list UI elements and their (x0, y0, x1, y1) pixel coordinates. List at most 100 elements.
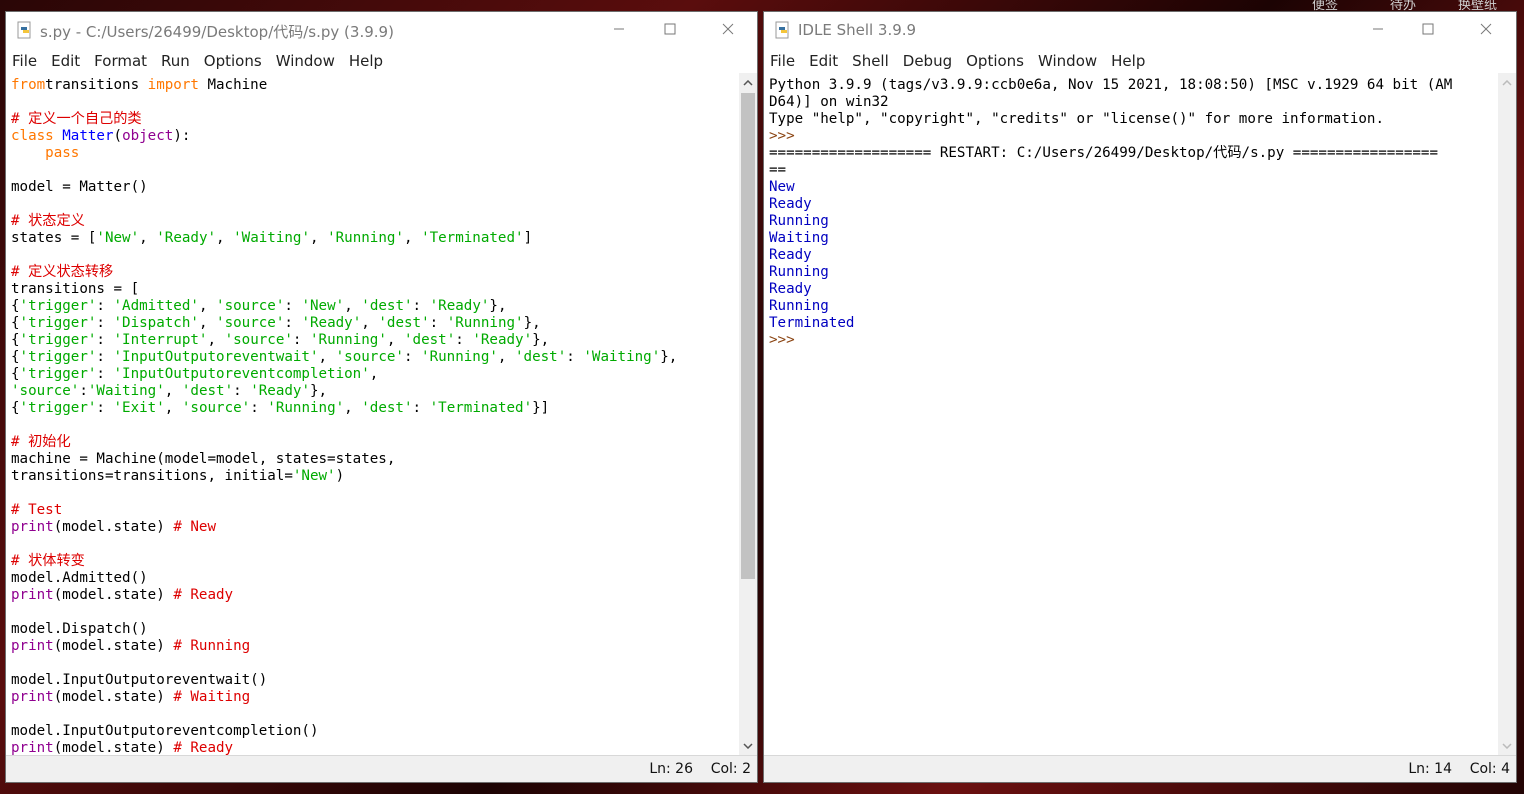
close-button[interactable] (705, 12, 751, 46)
scroll-down-arrow[interactable] (1498, 738, 1516, 754)
code-token: 'Running' (310, 332, 387, 348)
code-token: 'trigger' (19, 349, 97, 365)
code-token: : (412, 298, 430, 314)
code-token: ] (523, 230, 533, 246)
menu-format[interactable]: Format (94, 52, 147, 70)
code-token: 'trigger' (19, 315, 97, 331)
code-editor-area[interactable]: fromtransitions import Machine # 定义一个自己的… (6, 73, 739, 756)
desktop-label-wallpaper[interactable]: 换壁纸 (1458, 0, 1497, 13)
shell-line: D64)] on win32 (769, 94, 1452, 111)
code-line: # 状体转变 (11, 553, 677, 570)
code-token: >>> (769, 332, 804, 348)
scroll-down-arrow[interactable] (739, 738, 757, 754)
code-token: , (344, 298, 362, 314)
scroll-up-arrow[interactable] (1498, 75, 1516, 91)
python-file-icon (17, 21, 31, 39)
code-line: # 状态定义 (11, 213, 677, 230)
menu-help[interactable]: Help (1111, 52, 1145, 70)
code-token: object (122, 128, 174, 144)
code-token: Running (769, 213, 829, 229)
code-token: transitions = [ (11, 281, 140, 297)
code-token: Ready (769, 196, 812, 212)
minimize-button[interactable] (1355, 12, 1401, 46)
shell-titlebar[interactable]: IDLE Shell 3.9.9 (764, 12, 1516, 48)
menu-run[interactable]: Run (161, 52, 190, 70)
shell-line: Terminated (769, 315, 1452, 332)
code-token: : (96, 349, 114, 365)
code-token: 'trigger' (19, 400, 97, 416)
shell-text[interactable]: Python 3.9.9 (tags/v3.9.9:ccb0e6a, Nov 1… (769, 77, 1452, 349)
code-token: 'dest' (403, 332, 456, 348)
code-line: 'source':'Waiting', 'dest': 'Ready'}, (11, 383, 677, 400)
shell-line: Ready (769, 196, 1452, 213)
menu-window[interactable]: Window (276, 52, 335, 70)
code-token: , (497, 349, 516, 365)
code-token: (model.state) (53, 638, 174, 654)
code-line: print(model.state) # New (11, 519, 677, 536)
shell-title: IDLE Shell 3.9.9 (798, 21, 917, 39)
code-token: 'dest' (378, 315, 430, 331)
code-token: print (11, 689, 54, 705)
code-token: model = Matter() (11, 179, 148, 195)
menu-edit[interactable]: Edit (51, 52, 80, 70)
code-token: 'New' (96, 230, 140, 246)
menu-debug[interactable]: Debug (903, 52, 952, 70)
code-token: , (318, 349, 336, 365)
editor-titlebar[interactable]: s.py - C:/Users/26499/Desktop/代码/s.py (3… (6, 12, 757, 48)
code-line: model.Dispatch() (11, 621, 677, 638)
code-token: 'trigger' (19, 298, 97, 314)
code-line: model.InputOutputoreventwait() (11, 672, 677, 689)
code-token: { (11, 315, 20, 331)
shell-scrollbar[interactable] (1498, 73, 1516, 756)
code-token: }, (310, 383, 328, 399)
menu-shell[interactable]: Shell (852, 52, 889, 70)
scroll-up-arrow[interactable] (739, 75, 757, 91)
editor-window: s.py - C:/Users/26499/Desktop/代码/s.py (3… (5, 11, 758, 783)
code-token: # 状态定义 (11, 213, 85, 229)
code-token: { (11, 332, 20, 348)
code-token: Ready (769, 247, 812, 263)
desktop-label-todo[interactable]: 待办 (1390, 0, 1416, 13)
menu-file[interactable]: File (770, 52, 795, 70)
menu-file[interactable]: File (12, 52, 37, 70)
menu-help[interactable]: Help (349, 52, 383, 70)
code-token: : (429, 315, 447, 331)
code-token: Running (769, 298, 829, 314)
code-token: D64)] on win32 (769, 94, 889, 110)
menu-window[interactable]: Window (1038, 52, 1097, 70)
minimize-button[interactable] (596, 12, 642, 46)
shell-line: Running (769, 264, 1452, 281)
menu-edit[interactable]: Edit (809, 52, 838, 70)
code-token: model.InputOutputoreventcompletion() (11, 723, 319, 739)
maximize-button[interactable] (647, 12, 693, 46)
code-token: , (207, 332, 225, 348)
menu-options[interactable]: Options (966, 52, 1024, 70)
shell-output-area[interactable]: Python 3.9.9 (tags/v3.9.9:ccb0e6a, Nov 1… (764, 73, 1498, 756)
code-line: {'trigger': 'Admitted', 'source': 'New',… (11, 298, 677, 315)
code-token: 'dest' (515, 349, 567, 365)
shell-line: Running (769, 298, 1452, 315)
maximize-button[interactable] (1405, 12, 1451, 46)
code-token: ) (335, 468, 345, 484)
code-token: 'Waiting' (87, 383, 165, 399)
code-token: print (11, 587, 54, 603)
scroll-thumb[interactable] (741, 93, 755, 579)
desktop-label-notes[interactable]: 便签 (1312, 0, 1338, 13)
code-token: , (139, 230, 157, 246)
close-button[interactable] (1463, 12, 1509, 46)
code-token: : (79, 383, 88, 399)
code-text[interactable]: fromtransitions import Machine # 定义一个自己的… (11, 77, 677, 756)
code-token: print (11, 638, 54, 654)
code-token: : (566, 349, 584, 365)
editor-scrollbar[interactable] (739, 73, 757, 756)
code-token: 'Exit' (113, 400, 165, 416)
code-token: print (11, 519, 54, 535)
code-token: { (11, 366, 20, 382)
code-line: # Test (11, 502, 677, 519)
menu-options[interactable]: Options (204, 52, 262, 70)
code-token: 'InputOutputoreventwait' (113, 349, 319, 365)
